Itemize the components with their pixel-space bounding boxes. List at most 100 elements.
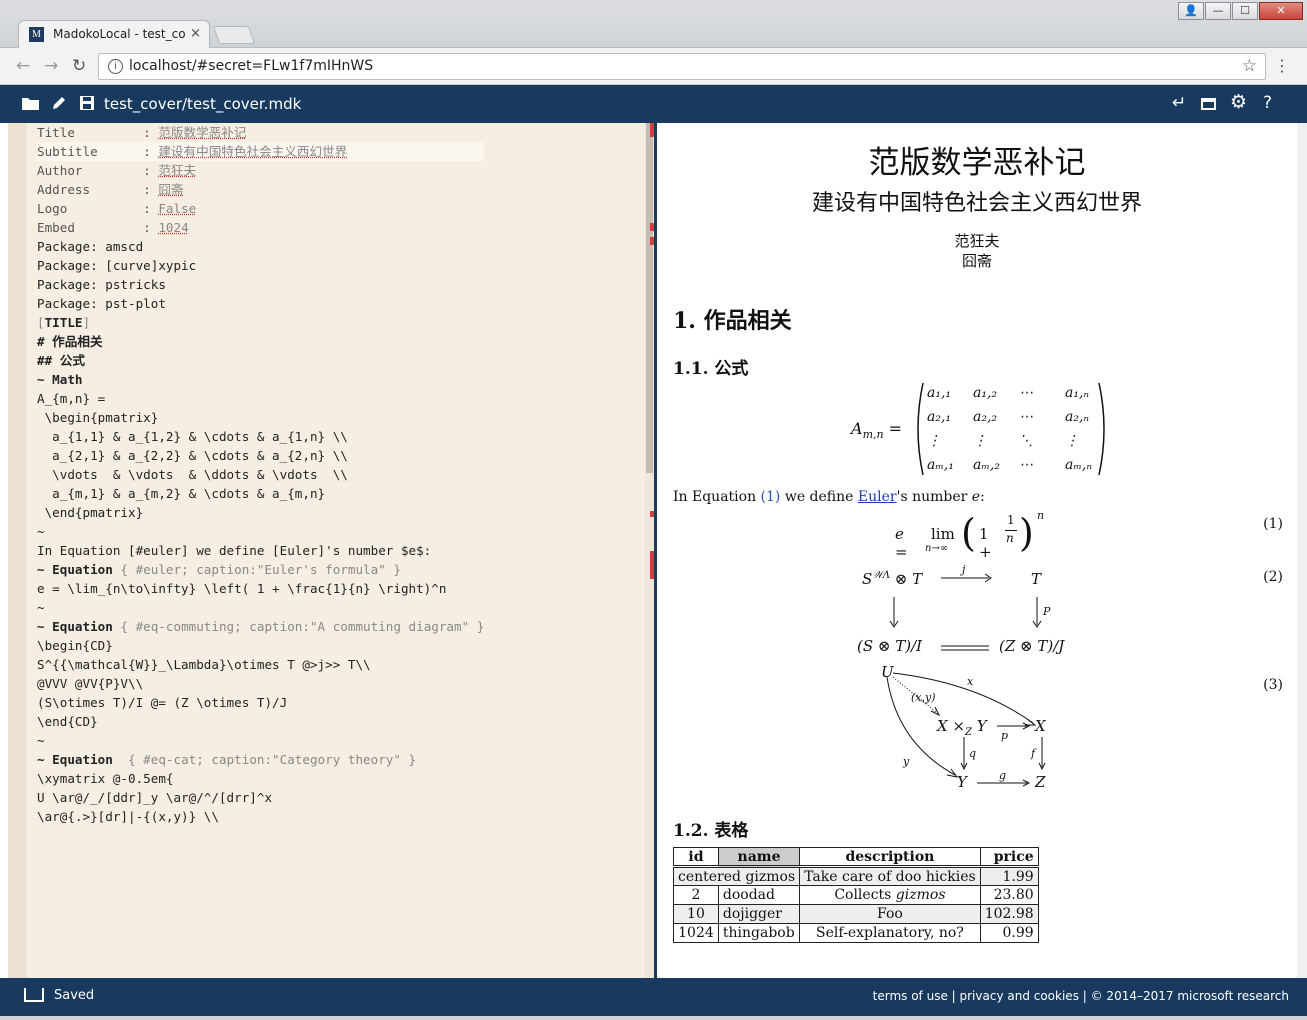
help-icon[interactable]: ? — [1263, 93, 1272, 113]
save-icon[interactable] — [80, 96, 94, 110]
table-header: price — [979, 847, 1039, 868]
editor-line[interactable]: # 作品相关 — [37, 332, 484, 351]
editor-line[interactable]: [TITLE] — [37, 313, 484, 332]
editor-line[interactable]: \vdots & \vdots & \ddots & \vdots \\ — [37, 465, 484, 484]
folder-icon[interactable] — [22, 96, 39, 110]
editor-line[interactable]: \begin{pmatrix} — [37, 408, 484, 427]
editor-line[interactable]: ~ Math — [37, 370, 484, 389]
tab-close-icon[interactable]: × — [190, 26, 201, 41]
matrix-entry: a₂,₂ — [973, 409, 998, 425]
equation-number-2: (2) — [1263, 569, 1283, 585]
editor-line[interactable]: Title : 范版数学恶补记 — [37, 123, 484, 142]
editor-line[interactable]: e = \lim_{n\to\infty} \left( 1 + \frac{1… — [37, 579, 484, 598]
editor-line[interactable]: Author : 范狂夫 — [37, 161, 484, 180]
table-cell: 0.99 — [979, 923, 1039, 943]
matrix-entry: a₁,₁ — [927, 385, 952, 401]
browser-tab-active[interactable]: M MadokoLocal - test_co × — [18, 20, 210, 48]
editor-line[interactable]: Package: pst-plot — [37, 294, 484, 313]
table-cell: doodad — [717, 885, 801, 905]
editor-line[interactable]: @VVV @VV{P}V\\ — [37, 674, 484, 693]
preview-scrollbar[interactable] — [1297, 123, 1307, 978]
window-icon[interactable] — [1201, 98, 1216, 110]
editor-scroll-thumb[interactable] — [646, 123, 653, 473]
matrix-entry: a₁,ₙ — [1065, 385, 1090, 401]
editor-line[interactable]: Package: [curve]xypic — [37, 256, 484, 275]
back-arrow-icon[interactable]: ← — [16, 56, 30, 76]
editor-line[interactable]: S^{{\mathcal{W}}_\Lambda}\otimes T @>j>>… — [37, 655, 484, 674]
settings-gear-icon[interactable]: ⚙ — [1230, 91, 1247, 113]
editor-line[interactable]: Logo : False — [37, 199, 484, 218]
editor-line[interactable]: a_{2,1} & a_{2,2} & \cdots & a_{2,n} \\ — [37, 446, 484, 465]
browser-toolbar: ← → ↻ i localhost/#secret=FLw1f7mIHnWS ☆… — [0, 48, 1307, 85]
matrix-entry: ⋯ — [1019, 409, 1033, 425]
editor-line[interactable]: a_{m,1} & a_{m,2} & \cdots & a_{m,n} — [37, 484, 484, 503]
editor-line[interactable]: A_{m,n} = — [37, 389, 484, 408]
editor-line[interactable]: In Equation [#euler] we define [Euler]'s… — [37, 541, 484, 560]
editor-line[interactable]: ~ — [37, 522, 484, 541]
app-header: test_cover/test_cover.mdk ↵ ⚙ ? — [0, 85, 1307, 123]
browser-menu-icon[interactable]: ⋮ — [1274, 56, 1290, 75]
editor-line[interactable]: ~ — [37, 598, 484, 617]
tab-title: MadokoLocal - test_co — [53, 27, 185, 41]
pencil-icon[interactable] — [52, 96, 66, 110]
document-author: 范狂夫 — [954, 232, 1000, 250]
close-window-button[interactable]: ✕ — [1259, 2, 1303, 20]
site-info-icon[interactable]: i — [108, 59, 123, 74]
table-cell: Take care of doo hickies — [799, 866, 981, 886]
editor-line[interactable]: a_{1,1} & a_{1,2} & \cdots & a_{1,n} \\ — [37, 427, 484, 446]
table-cell: 1024 — [673, 923, 719, 943]
table-cell: 102.98 — [979, 904, 1039, 924]
open-file-name: test_cover/test_cover.mdk — [104, 95, 302, 113]
address-bar[interactable]: i localhost/#secret=FLw1f7mIHnWS ☆ — [98, 53, 1266, 80]
editor-line[interactable]: ~ Equation { #euler; caption:"Euler's fo… — [37, 560, 484, 579]
table-row: 2 doodad Collects gizmos 23.80 — [673, 885, 1039, 905]
window-frame-bottom — [0, 1016, 1307, 1020]
editor-line[interactable]: U \ar@/_/[ddr]_y \ar@/^/[drr]^x — [37, 788, 484, 807]
equation-number-1: (1) — [1263, 516, 1283, 532]
editor-line[interactable]: ## 公式 — [37, 351, 484, 370]
bookmark-star-icon[interactable]: ☆ — [1242, 56, 1257, 76]
footer-links[interactable]: terms of use | privacy and cookies | © 2… — [873, 989, 1289, 1003]
new-tab-button[interactable] — [212, 26, 256, 44]
matrix-entry: ⋯ — [1019, 385, 1033, 401]
editor-line[interactable]: \ar@{.>}[dr]|-{(x,y)} \\ — [37, 807, 484, 826]
source-editor[interactable]: Title : 范版数学恶补记 Subtitle : 建设有中国特色社会主义西幻世… — [8, 123, 654, 978]
url-text: localhost/#secret=FLw1f7mIHnWS — [129, 58, 374, 74]
editor-line[interactable]: ~ Equation { #eq-cat; caption:"Category … — [37, 750, 484, 769]
matrix-entry: aₘ,₁ — [927, 457, 954, 473]
matrix-entry: ⋮ — [973, 433, 987, 449]
editor-line[interactable]: \xymatrix @-0.5em{ — [37, 769, 484, 788]
document-author-block: 范狂夫 囧斋 — [657, 231, 1297, 271]
editor-line[interactable]: Package: amscd — [37, 237, 484, 256]
editor-line[interactable]: Subtitle : 建设有中国特色社会主义西幻世界 — [37, 142, 485, 161]
editor-code[interactable]: Title : 范版数学恶补记 Subtitle : 建设有中国特色社会主义西幻世… — [37, 123, 485, 826]
editor-line[interactable]: \end{pmatrix} — [37, 503, 484, 522]
euler-link[interactable]: Euler — [858, 489, 897, 505]
editor-line[interactable]: (S\otimes T)/I @= (Z \otimes T)/J — [37, 693, 484, 712]
editor-line[interactable]: \end{CD} — [37, 712, 484, 731]
browser-title-bar: 👤 — ☐ ✕ M MadokoLocal - test_co × — [0, 0, 1307, 48]
table-cell: Self-explanatory, no? — [799, 923, 981, 943]
editor-line[interactable]: Package: pstricks — [37, 275, 484, 294]
maximize-button[interactable]: ☐ — [1232, 2, 1258, 20]
document-address: 囧斋 — [961, 252, 992, 270]
return-icon[interactable]: ↵ — [1172, 93, 1186, 113]
matrix-entry: ⋮ — [1065, 433, 1079, 449]
minimize-button[interactable]: — — [1205, 2, 1231, 20]
editor-line[interactable]: ~ — [37, 731, 484, 750]
table-cell: 2 — [673, 885, 719, 905]
table-cell: 23.80 — [979, 885, 1039, 905]
save-status: Saved — [54, 988, 95, 1003]
user-icon[interactable]: 👤 — [1178, 2, 1204, 20]
equation-ref-link[interactable]: (1) — [761, 489, 781, 505]
editor-line[interactable]: ~ Equation { #eq-commuting; caption:"A c… — [37, 617, 484, 636]
equation-number-3: (3) — [1263, 677, 1283, 693]
matrix-entry: aₘ,ₙ — [1065, 457, 1093, 473]
editor-line[interactable]: \begin{CD} — [37, 636, 484, 655]
reload-icon[interactable]: ↻ — [72, 56, 86, 76]
matrix-entry: a₂,₁ — [927, 409, 952, 425]
editor-line[interactable]: Address : 囧斋 — [37, 180, 484, 199]
table-cell: Foo — [799, 904, 981, 924]
forward-arrow-icon[interactable]: → — [44, 56, 58, 76]
editor-line[interactable]: Embed : 1024 — [37, 218, 484, 237]
